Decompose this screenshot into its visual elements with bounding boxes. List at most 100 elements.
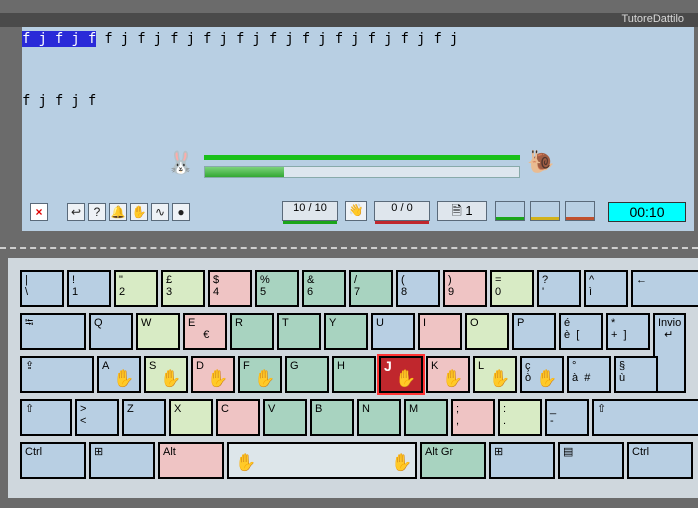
key-r3c1[interactable]: > < — [75, 399, 119, 436]
divider — [0, 247, 698, 249]
key-q[interactable]: Q — [89, 313, 133, 350]
key-4[interactable]: $ 4 — [208, 270, 252, 307]
key-r3c0[interactable]: ⇧ — [20, 399, 72, 436]
key-label: = 0 — [495, 274, 502, 298]
key-5[interactable]: % 5 — [255, 270, 299, 307]
key-label: H — [337, 360, 345, 372]
key-r2c12[interactable]: § ù — [614, 356, 658, 393]
drop-icon[interactable]: ● — [172, 203, 190, 221]
key-w[interactable]: W — [136, 313, 180, 350]
key-n[interactable]: N — [357, 399, 401, 436]
key-r2c0[interactable]: ⇪ — [20, 356, 94, 393]
close-icon[interactable]: × — [30, 203, 48, 221]
key-label: A — [102, 360, 110, 372]
orange-indicator-bar — [566, 217, 594, 220]
key-9[interactable]: ) 9 — [443, 270, 487, 307]
rabbit-icon: 🐰 — [167, 150, 195, 175]
key-r0c11[interactable]: ? ' — [537, 270, 581, 307]
key-space[interactable]: ✋ ✋ — [227, 442, 417, 479]
key-r2c11[interactable]: ° à # — [567, 356, 611, 393]
key-1[interactable]: ! 1 — [67, 270, 111, 307]
key-k[interactable]: K ✋ — [426, 356, 470, 393]
thumb-hand-icon: ✋ — [391, 453, 413, 472]
input-line: f j f j f — [22, 93, 97, 109]
key-8[interactable]: ( 8 — [396, 270, 440, 307]
key-ctrl[interactable]: Ctrl — [627, 442, 693, 479]
key-label: M — [409, 403, 419, 415]
key-r0c12[interactable]: ^ ì — [584, 270, 628, 307]
key-r[interactable]: R — [230, 313, 274, 350]
key-y[interactable]: Y — [324, 313, 368, 350]
exercise-line: f j f j f f j f j f j f j f j f j f j f … — [22, 31, 458, 47]
hand-wave-icon[interactable]: 👋 — [345, 201, 367, 221]
key-a[interactable]: A ✋ — [97, 356, 141, 393]
target-speed-bar — [204, 155, 520, 160]
key-label: Invio ↵ — [658, 317, 682, 341]
key-g[interactable]: G — [285, 356, 329, 393]
finger-hand-icon: ✋ — [207, 369, 229, 388]
key-label: ⭾ — [25, 317, 34, 329]
key-r2c10[interactable]: ç ò ✋ — [520, 356, 564, 393]
key-label: § ù — [619, 360, 626, 384]
key-b[interactable]: B — [310, 399, 354, 436]
key-label: I — [423, 317, 427, 329]
key-label: " 2 — [119, 274, 126, 298]
key-u[interactable]: U — [371, 313, 415, 350]
key-s[interactable]: S ✋ — [144, 356, 188, 393]
key-label: U — [376, 317, 384, 329]
key-label: Alt — [163, 446, 176, 458]
finger-hand-icon: ✋ — [254, 369, 276, 388]
key-r1c12[interactable]: * + ] — [606, 313, 650, 350]
key-c[interactable]: C — [216, 399, 260, 436]
key-2[interactable]: " 2 — [114, 270, 158, 307]
key-o[interactable]: O — [465, 313, 509, 350]
key-x[interactable]: X — [169, 399, 213, 436]
key-ctrl[interactable]: Ctrl — [20, 442, 86, 479]
key-altgr[interactable]: Alt Gr — [420, 442, 486, 479]
key-r1c11[interactable]: é è [ — [559, 313, 603, 350]
key-r0c13[interactable]: ← — [631, 270, 698, 307]
key-label: F — [243, 360, 250, 372]
key-d[interactable]: D ✋ — [191, 356, 235, 393]
key-p[interactable]: P — [512, 313, 556, 350]
key-r4c5[interactable]: ⊞ — [489, 442, 555, 479]
help-icon[interactable]: ? — [88, 203, 106, 221]
curve-icon[interactable]: ∿ — [151, 203, 169, 221]
orange-indicator — [565, 201, 595, 221]
key-r3c12[interactable]: ⇧ — [592, 399, 698, 436]
key-6[interactable]: & 6 — [302, 270, 346, 307]
key-f[interactable]: F ✋ — [238, 356, 282, 393]
key-7[interactable]: / 7 — [349, 270, 393, 307]
speed-progress-bar — [204, 166, 520, 178]
key-i[interactable]: I — [418, 313, 462, 350]
key-z[interactable]: Z — [122, 399, 166, 436]
key-h[interactable]: H — [332, 356, 376, 393]
key-r3c10[interactable]: : . — [498, 399, 542, 436]
key-r4c1[interactable]: ⊞ — [89, 442, 155, 479]
key-r1c3[interactable]: E € — [183, 313, 227, 350]
key-r1c0[interactable]: ⭾ — [20, 313, 86, 350]
finger-hand-icon: ✋ — [442, 369, 464, 388]
back-icon[interactable]: ↩ — [67, 203, 85, 221]
finger-hand-icon: ✋ — [536, 369, 558, 388]
key-j[interactable]: J ✋ — [377, 354, 425, 395]
key-t[interactable]: T — [277, 313, 321, 350]
key-r4c6[interactable]: ▤ — [558, 442, 624, 479]
correct-counter-value: 10 / 10 — [293, 202, 327, 214]
window-title: TutoreDattilo — [621, 13, 684, 25]
key-0[interactable]: = 0 — [490, 270, 534, 307]
key-label: ▤ — [563, 446, 574, 458]
key-alt[interactable]: Alt — [158, 442, 224, 479]
key-r3c11[interactable]: _ - — [545, 399, 589, 436]
key-label: Y — [329, 317, 337, 329]
key-3[interactable]: £ 3 — [161, 270, 205, 307]
app-window: TutoreDattilo f j f j f f j f j f j f j … — [0, 0, 698, 508]
key-r3c9[interactable]: ; , — [451, 399, 495, 436]
key-r0c0[interactable]: | \ — [20, 270, 64, 307]
hands-icon[interactable]: ✋ — [130, 203, 148, 221]
key-v[interactable]: V — [263, 399, 307, 436]
bell-icon[interactable]: 🔔 — [109, 203, 127, 221]
key-m[interactable]: M — [404, 399, 448, 436]
key-l[interactable]: L ✋ — [473, 356, 517, 393]
title-bar: TutoreDattilo — [0, 13, 698, 27]
